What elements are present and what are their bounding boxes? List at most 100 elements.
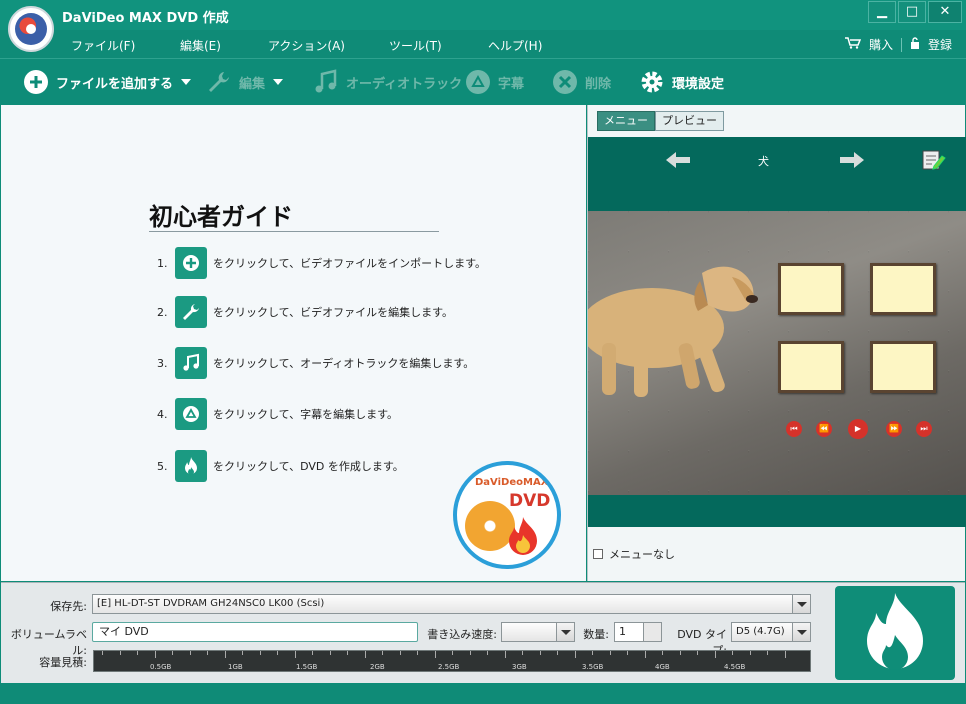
- menu-title: 犬: [758, 155, 769, 168]
- subtitle-icon: [464, 68, 492, 96]
- volume-label-input[interactable]: マイ DVD: [92, 622, 418, 642]
- menu-preview-image: ⏮ ⏪ ▶ ⏩ ⏭: [588, 211, 966, 495]
- menu-tools[interactable]: ツール(T): [389, 37, 442, 54]
- step-text: をクリックして、ビデオファイルを編集します。: [213, 306, 454, 319]
- skip-start-icon[interactable]: ⏮: [786, 421, 802, 437]
- flame-icon[interactable]: [175, 450, 207, 482]
- menu-edit[interactable]: 編集(E): [180, 37, 221, 54]
- capacity-tick-mark: [224, 651, 226, 658]
- music-note-icon[interactable]: [175, 347, 207, 379]
- guide-step: 5. をクリックして、DVD を作成します。: [157, 450, 404, 482]
- step-text: をクリックして、オーディオトラックを編集します。: [213, 357, 475, 370]
- capacity-tick-mark: [609, 651, 611, 655]
- subtitle-button[interactable]: 字幕: [464, 68, 524, 96]
- fast-forward-icon[interactable]: ⏩: [886, 421, 902, 437]
- save-destination-value: [E] HL-DT-ST DVDRAM GH24NSC0 LK00 (Scsi): [97, 598, 325, 609]
- capacity-tick: 4GB: [655, 663, 670, 671]
- step-number: 4.: [157, 407, 168, 421]
- step-number: 5.: [157, 459, 168, 473]
- window-controls: ▁ □ ✕: [866, 1, 962, 23]
- capacity-tick: 2GB: [370, 663, 385, 671]
- capacity-tick-mark: [277, 651, 278, 655]
- title-bar: DaViDeo MAX DVD 作成 ▁ □ ✕: [0, 0, 966, 30]
- arrow-right-icon[interactable]: [838, 151, 866, 169]
- capacity-tick-mark: [364, 651, 366, 658]
- register-link[interactable]: 登録: [928, 36, 952, 53]
- capacity-tick-mark: [294, 651, 296, 658]
- settings-button[interactable]: 環境設定: [638, 68, 724, 96]
- close-button[interactable]: ✕: [928, 1, 962, 23]
- capacity-tick-mark: [697, 651, 698, 655]
- flame-icon: [867, 593, 923, 670]
- tab-preview[interactable]: プレビュー: [655, 111, 724, 131]
- dvd-type-select[interactable]: D5 (4.7G): [731, 622, 811, 642]
- chapter-thumbnail[interactable]: [870, 341, 936, 393]
- capacity-tick-mark: [172, 651, 173, 655]
- add-file-button[interactable]: ファイルを追加する: [22, 68, 192, 96]
- chevron-down-icon[interactable]: [792, 623, 810, 641]
- capacity-tick-mark: [679, 651, 681, 655]
- save-destination-select[interactable]: [E] HL-DT-ST DVDRAM GH24NSC0 LK00 (Scsi): [92, 594, 811, 614]
- play-icon[interactable]: ▶: [848, 419, 868, 439]
- capacity-tick-mark: [539, 651, 541, 655]
- music-note-icon: [312, 68, 340, 96]
- capacity-tick: 1GB: [228, 663, 243, 671]
- output-settings: 保存先: [E] HL-DT-ST DVDRAM GH24NSC0 LK00 (…: [1, 582, 965, 683]
- capacity-tick-mark: [119, 651, 121, 655]
- divider: [149, 231, 439, 232]
- capacity-tick-mark: [382, 651, 383, 655]
- dropdown-arrow-icon[interactable]: [181, 79, 192, 85]
- chapter-thumbnail[interactable]: [778, 263, 844, 315]
- edit-label: 編集: [239, 76, 266, 92]
- edit-menu-icon[interactable]: [922, 149, 946, 171]
- capacity-tick-mark: [784, 651, 786, 658]
- capacity-tick-mark: [574, 651, 576, 658]
- audio-track-button[interactable]: オーディオトラック: [312, 68, 462, 96]
- menu-help[interactable]: ヘルプ(H): [488, 37, 542, 54]
- menu-action[interactable]: アクション(A): [268, 37, 345, 54]
- capacity-tick-mark: [522, 651, 523, 655]
- no-menu-option[interactable]: メニューなし: [593, 546, 675, 562]
- chapter-thumbnail[interactable]: [870, 263, 936, 315]
- capacity-tick-mark: [347, 651, 348, 655]
- plus-icon[interactable]: [175, 247, 207, 279]
- chevron-down-icon[interactable]: [792, 595, 810, 613]
- dropdown-arrow-icon[interactable]: [273, 79, 284, 85]
- capacity-tick-mark: [644, 651, 646, 658]
- write-speed-label: 書き込み速度:: [427, 628, 497, 641]
- badge-brand: DaViDeoMAX: [475, 477, 549, 488]
- burn-button[interactable]: [835, 586, 955, 680]
- skip-end-icon[interactable]: ⏭: [916, 421, 932, 437]
- minimize-button[interactable]: ▁: [868, 1, 896, 23]
- edit-button[interactable]: 編集: [205, 68, 284, 96]
- step-text: をクリックして、DVD を作成します。: [213, 460, 404, 473]
- chapter-thumbnail[interactable]: [778, 341, 844, 393]
- menu-bar: ファイル(F) 編集(E) アクション(A) ツール(T) ヘルプ(H) 購入 …: [0, 30, 966, 58]
- menu-file[interactable]: ファイル(F): [71, 37, 135, 54]
- capacity-tick-mark: [417, 651, 418, 655]
- dvd-type-value: D5 (4.7G): [736, 626, 785, 637]
- delete-button[interactable]: 削除: [551, 68, 611, 96]
- capacity-tick: 2.5GB: [438, 663, 460, 671]
- tab-menu[interactable]: メニュー: [597, 111, 655, 131]
- capacity-tick: 4.5GB: [724, 663, 746, 671]
- maximize-button[interactable]: □: [898, 1, 926, 23]
- no-menu-checkbox[interactable]: [593, 549, 603, 559]
- chevron-down-icon[interactable]: [556, 623, 574, 641]
- menu-header: 犬: [588, 137, 966, 211]
- count-stepper[interactable]: 1: [614, 622, 662, 642]
- subtitle-label: 字幕: [498, 76, 525, 92]
- write-speed-select[interactable]: [501, 622, 575, 642]
- rewind-icon[interactable]: ⏪: [816, 421, 832, 437]
- arrow-left-icon[interactable]: [664, 151, 692, 169]
- preview-panel: メニュー プレビュー 犬 ⏮ ⏪ ▶ ⏩ ⏭ メニューなし: [587, 105, 966, 581]
- subtitle-icon[interactable]: [175, 398, 207, 430]
- wrench-icon[interactable]: [175, 296, 207, 328]
- capacity-tick-mark: [452, 651, 453, 655]
- capacity-tick: 1.5GB: [296, 663, 318, 671]
- stepper-arrows-icon[interactable]: [643, 623, 661, 641]
- count-value: 1: [619, 625, 626, 638]
- capacity-tick-mark: [137, 651, 138, 655]
- capacity-tick-mark: [329, 651, 331, 655]
- buy-link[interactable]: 購入: [869, 36, 893, 53]
